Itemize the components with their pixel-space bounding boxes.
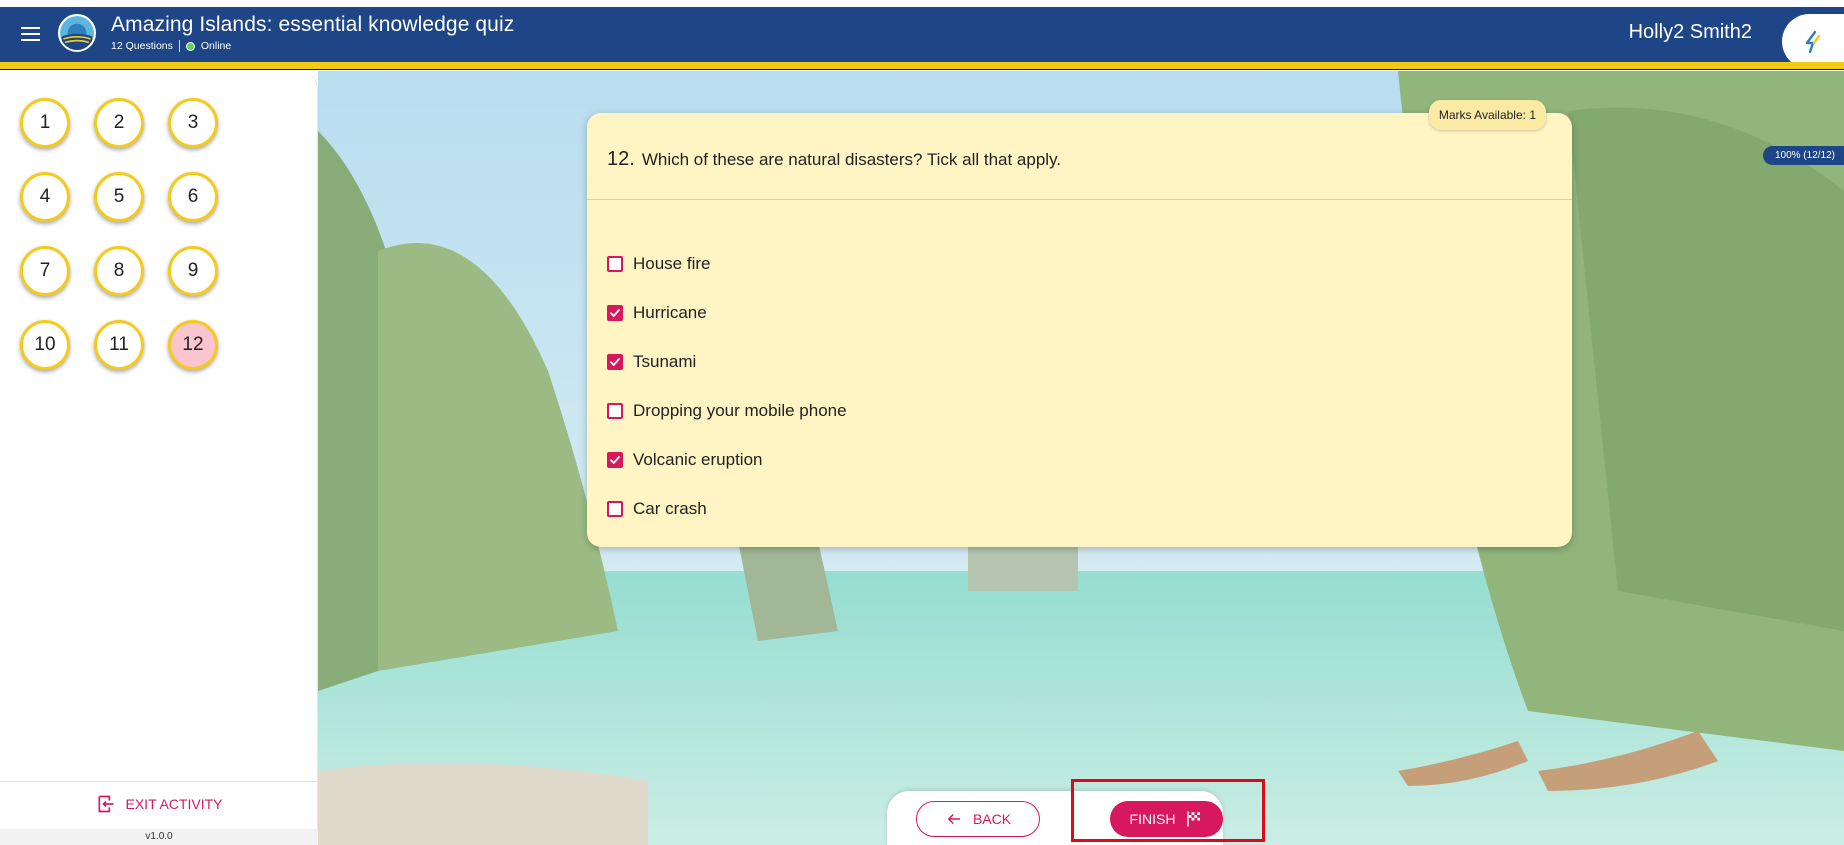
answer-option[interactable]: House fire [607, 254, 847, 303]
question-button-1[interactable]: 1 [20, 98, 70, 148]
back-button[interactable]: BACK [916, 801, 1040, 837]
username[interactable]: Holly2 Smith2 [1629, 21, 1752, 44]
question-button-9[interactable]: 9 [168, 246, 218, 296]
question-button-7[interactable]: 7 [20, 246, 70, 296]
marks-available-badge: Marks Available: 1 [1428, 100, 1546, 130]
answer-checkbox[interactable] [607, 452, 623, 468]
question-button-10[interactable]: 10 [20, 320, 70, 370]
quiz-title: Amazing Islands: essential knowledge qui… [111, 13, 515, 36]
answer-option[interactable]: Hurricane [607, 303, 847, 352]
online-status-icon [185, 41, 195, 51]
answer-option[interactable]: Car crash [607, 499, 847, 548]
question-button-4[interactable]: 4 [20, 172, 70, 222]
checkmark-icon [609, 307, 621, 319]
question-body: Which of these are natural disasters? Ti… [641, 150, 1062, 169]
answer-checkbox[interactable] [607, 256, 623, 272]
answer-checkbox[interactable] [607, 501, 623, 517]
answer-label: Dropping your mobile phone [633, 401, 847, 420]
sidebar-footer: EXIT ACTIVITY v1.0.0 [0, 781, 318, 845]
version-label: v1.0.0 [0, 829, 318, 845]
bottom-nav: BACK FINISH [887, 791, 1223, 845]
answer-label: Volcanic eruption [633, 450, 763, 469]
question-button-6[interactable]: 6 [168, 172, 218, 222]
brand-icon [1805, 30, 1821, 53]
question-button-3[interactable]: 3 [168, 98, 218, 148]
question-number: 12. [607, 148, 635, 170]
arrow-left-icon [947, 813, 960, 825]
finish-button[interactable]: FINISH [1110, 801, 1223, 837]
exit-activity-button[interactable]: EXIT ACTIVITY [0, 794, 318, 814]
question-count: 12 Questions [111, 40, 173, 52]
answer-options: House fire Hurricane Tsunami Dropping your … [607, 254, 847, 548]
quiz-subline: 12 Questions Online [111, 40, 231, 52]
question-grid: 1 2 3 4 5 6 7 8 9 10 11 12 [20, 98, 218, 370]
online-status: Online [200, 40, 232, 52]
answer-checkbox[interactable] [607, 305, 623, 321]
question-button-11[interactable]: 11 [94, 320, 144, 370]
exit-activity-label: EXIT ACTIVITY [125, 796, 223, 812]
answer-label: Car crash [633, 499, 707, 518]
app-logo [58, 14, 96, 52]
answer-option[interactable]: Tsunami [607, 352, 847, 401]
question-button-2[interactable]: 2 [94, 98, 144, 148]
question-sidebar: 1 2 3 4 5 6 7 8 9 10 11 12 EXIT ACTIVITY v1.0.0 [0, 71, 318, 845]
question-button-5[interactable]: 5 [94, 172, 144, 222]
brand-logo [1782, 14, 1844, 69]
question-text: 12. Which of these are natural disasters… [607, 148, 1061, 171]
answer-label: Hurricane [633, 303, 707, 322]
question-button-12[interactable]: 12 [168, 320, 218, 370]
answer-checkbox[interactable] [607, 354, 623, 370]
exit-icon [98, 795, 113, 813]
checkmark-icon [609, 356, 621, 368]
divider [178, 40, 180, 52]
finish-label: FINISH [1129, 811, 1176, 827]
question-card: Marks Available: 1 12. Which of these ar… [587, 100, 1572, 548]
answer-option[interactable]: Dropping your mobile phone [607, 401, 847, 450]
answer-option[interactable]: Volcanic eruption [607, 450, 847, 499]
header-accent-strip [0, 62, 1844, 70]
answer-label: Tsunami [633, 352, 697, 371]
answer-label: House fire [633, 254, 711, 273]
card-divider [587, 199, 1572, 200]
question-button-8[interactable]: 8 [94, 246, 144, 296]
menu-icon[interactable] [18, 20, 46, 48]
back-label: BACK [972, 811, 1012, 827]
answer-checkbox[interactable] [607, 403, 623, 419]
checkmark-icon [609, 454, 621, 466]
checkered-flag-icon [1187, 811, 1201, 827]
app-header: Amazing Islands: essential knowledge qui… [0, 7, 1844, 69]
progress-badge: 100% (12/12) [1762, 146, 1844, 165]
